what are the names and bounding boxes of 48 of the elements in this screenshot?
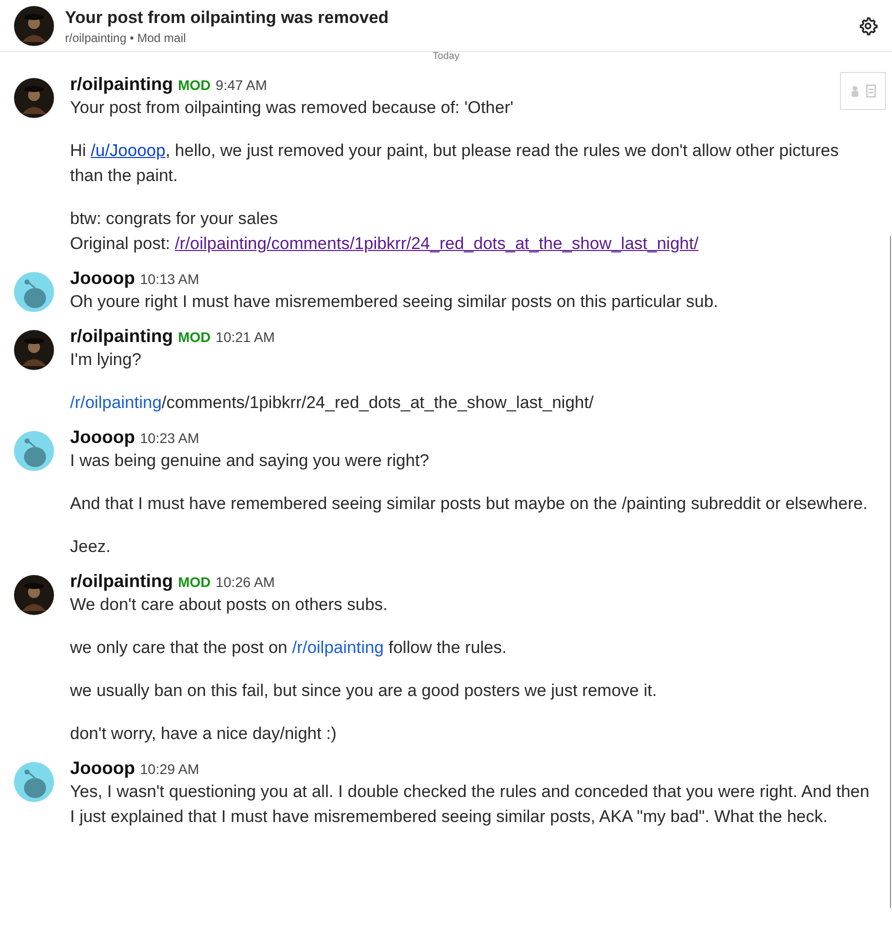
message-text: btw: congrats for your sales	[70, 208, 279, 230]
subreddit-avatar	[14, 6, 54, 46]
timestamp: 10:21 AM	[216, 329, 275, 345]
link[interactable]: /r/oilpainting	[292, 638, 384, 657]
timestamp: 10:29 AM	[140, 761, 200, 777]
user-avatar	[14, 762, 54, 802]
author-name[interactable]: r/oilpainting	[70, 326, 173, 347]
timestamp: 10:23 AM	[140, 430, 200, 446]
message-text: Hi /u/Joooop, hello, we just removed your paint, but please read the rules we don't allow other pictures than the paint.	[70, 140, 840, 187]
message-text: I was being genuine and saying you were right?	[70, 450, 430, 472]
author-name[interactable]: r/oilpainting	[70, 571, 173, 592]
date-divider: Today	[432, 51, 460, 62]
user-avatar	[14, 431, 54, 471]
message-text: Jeez.	[70, 536, 112, 558]
author-name[interactable]: Joooop	[70, 758, 135, 779]
author-name[interactable]: Joooop	[70, 268, 135, 289]
subreddit-avatar	[14, 78, 54, 118]
conversation-subtitle: r/oilpainting • Mod mail	[65, 30, 187, 44]
subreddit-avatar	[14, 330, 54, 370]
message-text: I'm lying?	[70, 349, 142, 371]
attachment-thumbnail[interactable]	[840, 72, 886, 110]
message-text: Original post: /r/oilpainting/comments/1pibkrr/24_red_dots_at_the_show_last_night/	[70, 233, 700, 255]
message-text: And that I must have remembered seeing similar posts but maybe on the /painting subreddit or elsewhere.	[70, 493, 869, 515]
mod-tag: MOD	[178, 77, 211, 93]
mod-tag: MOD	[178, 574, 211, 590]
link[interactable]: /r/oilpainting	[70, 393, 162, 412]
settings-icon[interactable]	[858, 16, 878, 36]
message-text: Yes, I wasn't questioning you at all. I double checked the rules and conceded that you were right. And then I just explained that I must have misremembered seeing similar posts, AKA "my bad". What the heck.	[70, 781, 870, 828]
user-avatar	[14, 272, 54, 312]
message-text: we only care that the post on /r/oilpainting follow the rules.	[70, 637, 508, 659]
subreddit-avatar	[14, 575, 54, 615]
conversation-title: Your post from oilpainting was removed	[65, 8, 390, 28]
message-text: /r/oilpainting/comments/1pibkrr/24_red_dots_at_the_show_last_night/	[70, 392, 595, 414]
author-name[interactable]: Joooop	[70, 427, 135, 448]
scrollbar[interactable]	[890, 236, 891, 908]
message-text: we usually ban on this fail, but since you are a good posters we just remove it.	[70, 680, 658, 702]
timestamp: 10:26 AM	[216, 574, 275, 590]
timestamp: 9:47 AM	[216, 77, 268, 93]
message-text: Your post from oilpainting was removed because of: 'Other'	[70, 97, 514, 119]
mod-tag: MOD	[178, 329, 211, 345]
message-text: Oh youre right I must have misremembered seeing similar posts on this particular sub.	[70, 291, 720, 313]
link[interactable]: /r/oilpainting/comments/1pibkrr/24_red_dots_at_the_show_last_night/	[174, 234, 698, 253]
message-text: don't worry, have a nice day/night :)	[70, 723, 338, 745]
author-name[interactable]: r/oilpainting	[70, 74, 173, 95]
link[interactable]: /u/Joooop	[90, 141, 166, 160]
timestamp: 10:13 AM	[140, 271, 200, 287]
message-text: We don't care about posts on others subs.	[70, 594, 389, 616]
document-icon	[866, 84, 876, 98]
